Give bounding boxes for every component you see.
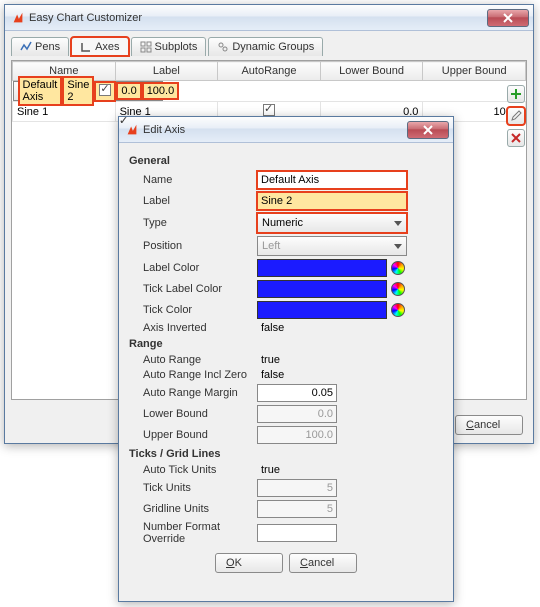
autorange-margin-field[interactable]: [257, 384, 337, 402]
number-format-field[interactable]: [257, 524, 337, 542]
delete-axis-button[interactable]: [507, 129, 525, 147]
color-wheel-icon[interactable]: [391, 303, 405, 317]
tick-units-field: [257, 479, 337, 497]
chevron-down-icon: [394, 244, 402, 249]
label-upperbound: Upper Bound: [129, 429, 257, 441]
col-upper-bound[interactable]: Upper Bound: [423, 62, 526, 81]
tab-label: Axes: [95, 41, 119, 53]
edit-window-title: Edit Axis: [143, 124, 407, 136]
label-lowerbound: Lower Bound: [129, 408, 257, 420]
name-field[interactable]: [257, 171, 407, 189]
tab-subplots[interactable]: Subplots: [131, 37, 207, 56]
edit-close-button[interactable]: [407, 121, 449, 139]
tab-dynamic-groups[interactable]: Dynamic Groups: [208, 37, 323, 56]
edit-axis-dialog: Edit Axis General Name Label Type Numeri…: [118, 116, 454, 602]
window-title: Easy Chart Customizer: [29, 12, 487, 24]
section-general: General: [129, 155, 443, 167]
plus-icon: [510, 88, 522, 100]
cell-upper: 100.0: [142, 82, 180, 100]
axes-icon: [80, 41, 92, 53]
color-wheel-icon[interactable]: [391, 261, 405, 275]
label-name: Name: [129, 174, 257, 186]
lower-bound-field: [257, 405, 337, 423]
tab-bar: Pens Axes Subplots Dynamic Groups: [11, 37, 527, 56]
tick-color-swatch[interactable]: [257, 301, 387, 319]
label-label: Label: [129, 195, 257, 207]
edit-icon: [510, 110, 522, 122]
tab-pens[interactable]: Pens: [11, 37, 69, 56]
tab-label: Subplots: [155, 41, 198, 53]
axis-inverted-value: false: [261, 322, 284, 334]
edit-titlebar[interactable]: Edit Axis: [119, 117, 453, 143]
subplots-icon: [140, 41, 152, 53]
label-autotick: Auto Tick Units: [129, 464, 257, 476]
cell-name: Default Axis: [18, 76, 63, 106]
label-field[interactable]: [257, 192, 407, 210]
add-axis-button[interactable]: [507, 85, 525, 103]
ok-button[interactable]: OK: [215, 553, 283, 573]
table-row[interactable]: Default AxisSine 20.0100.0: [13, 81, 163, 101]
section-ticks: Ticks / Grid Lines: [129, 448, 443, 460]
label-color-swatch[interactable]: [257, 259, 387, 277]
pens-icon: [20, 41, 32, 53]
label-type: Type: [129, 217, 257, 229]
tab-label: Pens: [35, 41, 60, 53]
cell-lower: 0.0: [116, 82, 141, 100]
edit-dialog-buttons: OK Cancel: [129, 553, 443, 573]
tick-label-color-swatch[interactable]: [257, 280, 387, 298]
chevron-down-icon: [394, 221, 402, 226]
section-range: Range: [129, 338, 443, 350]
delete-icon: [510, 132, 522, 144]
autorange-checkbox[interactable]: [263, 104, 275, 116]
label-tickcolor: Tick Color: [129, 304, 257, 316]
autotick-value: true: [261, 464, 280, 476]
tab-label: Dynamic Groups: [232, 41, 314, 53]
close-icon: [503, 13, 513, 23]
type-select[interactable]: Numeric: [257, 213, 407, 233]
col-lower-bound[interactable]: Lower Bound: [320, 62, 423, 81]
autorange-checkbox[interactable]: [99, 84, 111, 96]
label-autorangemargin: Auto Range Margin: [129, 387, 257, 399]
position-select[interactable]: Left: [257, 236, 407, 256]
label-numfmt: Number Format Override: [129, 521, 257, 545]
dyngroups-icon: [217, 41, 229, 53]
app-icon: [11, 11, 25, 25]
label-autorange: Auto Range: [129, 354, 257, 366]
cancel-button[interactable]: Cancel: [455, 415, 523, 435]
label-gridunits: Gridline Units: [129, 503, 257, 515]
col-autorange[interactable]: AutoRange: [218, 62, 321, 81]
cell-label: Sine 2: [62, 76, 94, 106]
edit-body: General Name Label Type Numeric Position…: [119, 143, 453, 601]
edit-axis-button[interactable]: [507, 107, 525, 125]
label-labelcolor: Label Color: [129, 262, 257, 274]
tab-axes[interactable]: Axes: [71, 37, 128, 56]
gridline-units-field: [257, 500, 337, 518]
cancel-button[interactable]: Cancel: [289, 553, 357, 573]
label-tickunits: Tick Units: [129, 482, 257, 494]
color-wheel-icon[interactable]: [391, 282, 405, 296]
label-axisinverted: Axis Inverted: [129, 322, 257, 334]
autorange-zero-value: false: [261, 369, 284, 381]
label-ticklabelcolor: Tick Label Color: [129, 283, 257, 295]
close-button[interactable]: [487, 9, 529, 27]
label-position: Position: [129, 240, 257, 252]
autorange-value: true: [261, 354, 280, 366]
close-icon: [423, 125, 433, 135]
side-buttons: [507, 85, 525, 147]
cell-autorange[interactable]: [94, 81, 116, 102]
label-autorangezero: Auto Range Incl Zero: [129, 369, 257, 381]
col-label[interactable]: Label: [115, 62, 218, 81]
titlebar[interactable]: Easy Chart Customizer: [5, 5, 533, 31]
upper-bound-field: [257, 426, 337, 444]
